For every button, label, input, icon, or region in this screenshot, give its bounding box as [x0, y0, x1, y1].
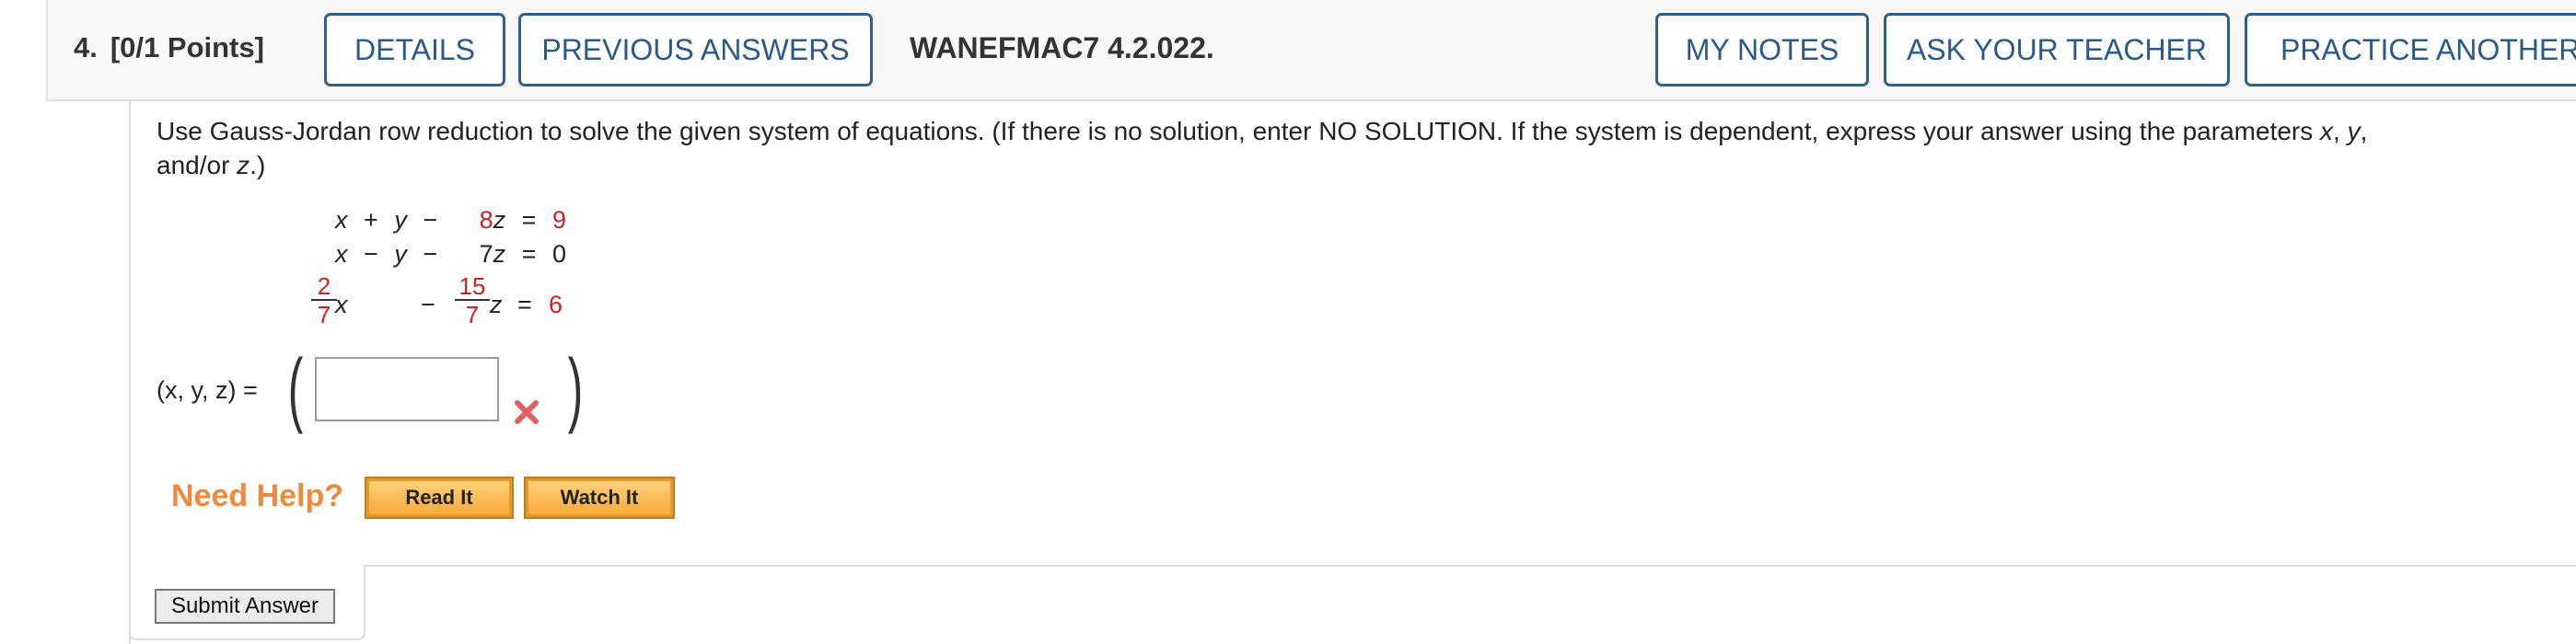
- fraction-15-7: 15 7: [455, 273, 490, 328]
- param-y: y: [2347, 117, 2361, 145]
- instruction-comma: ,: [2333, 117, 2348, 145]
- eq-var: y: [394, 206, 407, 234]
- eq-var: z: [493, 206, 506, 234]
- answer-input[interactable]: [315, 357, 499, 421]
- previous-answers-button[interactable]: PREVIOUS ANSWERS: [518, 13, 873, 86]
- eq-var: z: [493, 240, 506, 268]
- watch-it-button[interactable]: Watch It: [524, 477, 675, 519]
- eq-op: −: [421, 291, 435, 318]
- fraction-denominator: 7: [317, 301, 331, 328]
- submit-answer-button[interactable]: Submit Answer: [155, 589, 335, 624]
- eq-op: −: [364, 240, 378, 268]
- question-number: 4. [0/1 Points]: [74, 31, 264, 64]
- eq-equals: =: [517, 291, 532, 318]
- eq-coef: 8: [479, 206, 493, 234]
- left-paren: (: [287, 343, 304, 435]
- ask-your-teacher-button[interactable]: ASK YOUR TEACHER: [1884, 13, 2230, 86]
- eq-op: +: [364, 206, 378, 234]
- eq-rhs: 0: [551, 240, 566, 268]
- equation-row-2: x − y − 7z = 0: [335, 240, 566, 269]
- read-it-button[interactable]: Read It: [365, 477, 514, 519]
- eq-var: y: [394, 240, 407, 268]
- answer-label: (x, y, z) =: [157, 376, 258, 404]
- question-number-text: 4.: [74, 31, 98, 63]
- practice-another-button[interactable]: PRACTICE ANOTHER: [2245, 13, 2576, 86]
- eq-rhs: 9: [551, 206, 566, 234]
- eq-equals: =: [521, 206, 537, 234]
- param-x: x: [2320, 117, 2334, 145]
- divider: [364, 565, 2576, 567]
- points-label: [0/1 Points]: [110, 31, 264, 63]
- eq-coef: 7: [479, 240, 493, 268]
- eq-var: x: [335, 240, 348, 268]
- my-notes-button[interactable]: MY NOTES: [1655, 13, 1869, 86]
- eq-op: −: [423, 206, 438, 234]
- equation-row-1: x + y − 8z = 9: [335, 206, 566, 235]
- eq-rhs: 6: [549, 291, 563, 318]
- eq-var: x: [335, 206, 348, 234]
- eq-var: x: [335, 291, 348, 318]
- fraction-numerator: 2: [311, 273, 337, 301]
- fraction-2-7: 2 7: [311, 273, 337, 328]
- fraction-denominator: 7: [465, 301, 480, 328]
- instruction-text: and/or: [157, 151, 238, 179]
- question-code: WANEFMAC7 4.2.022.: [910, 31, 1214, 64]
- right-paren: ): [567, 343, 584, 435]
- details-button[interactable]: DETAILS: [324, 13, 505, 86]
- eq-var: z: [490, 291, 503, 318]
- need-help-label: Need Help?: [171, 478, 344, 513]
- instruction-comma: ,: [2360, 117, 2368, 145]
- question-instruction: Use Gauss-Jordan row reduction to solve …: [157, 114, 2550, 182]
- instruction-text: .): [249, 151, 266, 179]
- instruction-text: Use Gauss-Jordan row reduction to solve …: [157, 117, 2321, 145]
- fraction-numerator: 15: [455, 273, 490, 301]
- incorrect-x-icon: [515, 400, 539, 424]
- param-z: z: [237, 151, 250, 179]
- eq-equals: =: [521, 240, 537, 268]
- eq-op: −: [423, 240, 438, 268]
